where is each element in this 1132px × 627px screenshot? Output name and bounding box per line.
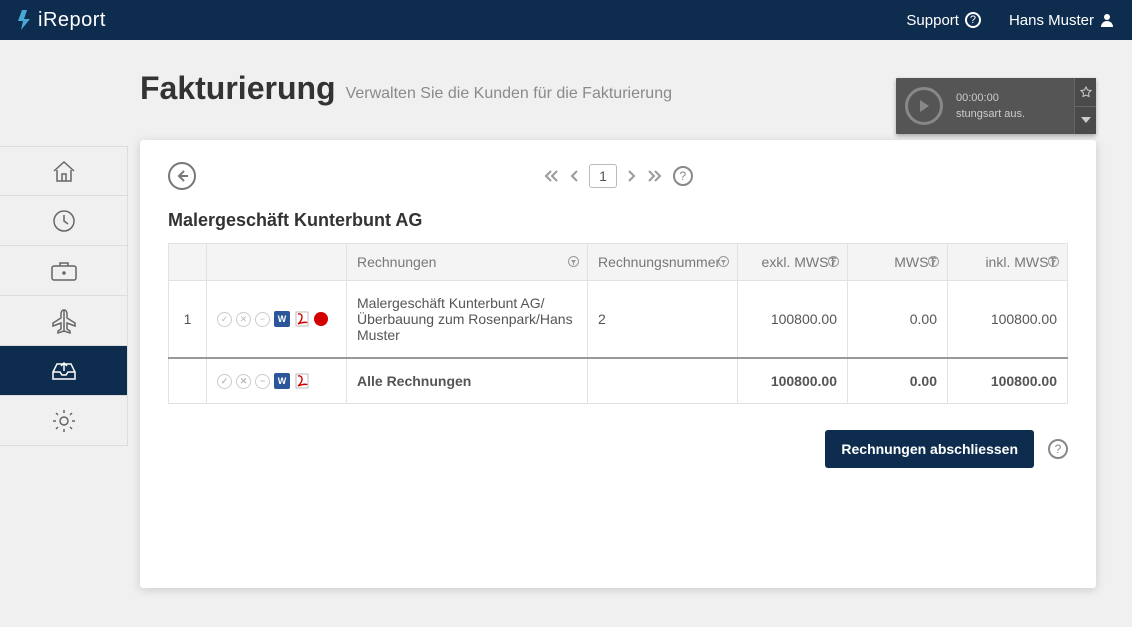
col-nummer-label: Rechnungsnummer bbox=[598, 254, 720, 270]
approve-icon[interactable]: ✓ bbox=[217, 312, 232, 327]
col-nummer[interactable]: Rechnungsnummer bbox=[588, 244, 738, 281]
pdf-icon[interactable] bbox=[294, 311, 310, 327]
airplane-icon bbox=[50, 307, 78, 335]
home-icon bbox=[51, 158, 77, 184]
timer-collapse-button[interactable] bbox=[1074, 106, 1096, 135]
pager-prev[interactable] bbox=[569, 169, 579, 183]
timer-play-button[interactable] bbox=[896, 78, 952, 134]
pdf-icon[interactable] bbox=[294, 373, 310, 389]
timer-time: 00:00:00 bbox=[956, 92, 1074, 104]
sidebar-item-invoicing[interactable] bbox=[0, 346, 127, 396]
back-button[interactable] bbox=[168, 162, 196, 190]
page-subtitle: Verwalten Sie die Kunden für die Fakturi… bbox=[346, 85, 672, 107]
sidebar-item-absence[interactable] bbox=[0, 296, 127, 346]
pager-page[interactable]: 1 bbox=[589, 164, 617, 188]
logo-icon bbox=[18, 10, 32, 30]
user-menu[interactable]: Hans Muster bbox=[1009, 12, 1114, 29]
footer-actions: Rechnungen abschliessen ? bbox=[168, 430, 1068, 468]
word-icon[interactable]: W bbox=[274, 311, 290, 327]
timer-star-button[interactable] bbox=[1074, 78, 1096, 106]
pager-first[interactable] bbox=[543, 169, 559, 183]
row-actions: ✓ ✕ − W bbox=[217, 311, 336, 327]
sidebar-item-time[interactable] bbox=[0, 196, 127, 246]
support-link[interactable]: Support ? bbox=[906, 12, 981, 29]
help-icon: ? bbox=[965, 12, 981, 28]
pager-last[interactable] bbox=[647, 169, 663, 183]
total-exkl: 100800.00 bbox=[738, 358, 848, 404]
reject-icon[interactable]: ✕ bbox=[236, 312, 251, 327]
row-index: 1 bbox=[169, 281, 207, 359]
invoice-table: Rechnungen Rechnungsnummer exkl. MWST MW… bbox=[168, 243, 1068, 404]
row-mwst: 0.00 bbox=[848, 281, 948, 359]
col-rechnungen[interactable]: Rechnungen bbox=[347, 244, 588, 281]
row-nummer: 2 bbox=[588, 281, 738, 359]
word-icon[interactable]: W bbox=[274, 373, 290, 389]
approve-icon[interactable]: ✓ bbox=[217, 374, 232, 389]
filter-icon[interactable] bbox=[718, 254, 729, 270]
sidebar bbox=[0, 146, 128, 446]
pager-help[interactable]: ? bbox=[673, 166, 693, 186]
table-total-row: ✓ ✕ − W Alle Rechnungen 100800.00 0.00 1… bbox=[169, 358, 1068, 404]
col-actions bbox=[207, 244, 347, 281]
chevron-down-icon bbox=[1081, 117, 1091, 123]
col-exkl-label: exkl. MWST bbox=[762, 254, 837, 270]
company-name: Malergeschäft Kunterbunt AG bbox=[168, 210, 1068, 231]
sidebar-item-expenses[interactable] bbox=[0, 246, 127, 296]
minus-icon[interactable]: − bbox=[255, 374, 270, 389]
gear-icon bbox=[51, 408, 77, 434]
support-label: Support bbox=[906, 12, 959, 29]
main-panel: 1 ? Malergeschäft Kunterbunt AG Rechnung… bbox=[140, 140, 1096, 588]
filter-icon[interactable] bbox=[928, 254, 939, 270]
row-desc: Malergeschäft Kunterbunt AG/Überbauung z… bbox=[347, 281, 588, 359]
total-label: Alle Rechnungen bbox=[347, 358, 588, 404]
topbar: iReport Support ? Hans Muster bbox=[0, 0, 1132, 40]
sidebar-item-home[interactable] bbox=[0, 146, 127, 196]
briefcase-icon bbox=[50, 260, 78, 282]
filter-icon[interactable] bbox=[828, 254, 839, 270]
outbox-icon bbox=[50, 360, 78, 382]
status-dot bbox=[314, 312, 328, 326]
pager-next[interactable] bbox=[627, 169, 637, 183]
pager-row: 1 ? bbox=[168, 162, 1068, 190]
star-icon bbox=[1080, 86, 1092, 98]
total-actions: ✓ ✕ − W bbox=[217, 373, 336, 389]
row-exkl: 100800.00 bbox=[738, 281, 848, 359]
user-name: Hans Muster bbox=[1009, 12, 1094, 29]
clock-icon bbox=[51, 208, 77, 234]
table-row: 1 ✓ ✕ − W Malergeschäft Kunterbunt AG/Üb… bbox=[169, 281, 1068, 359]
row-inkl: 100800.00 bbox=[948, 281, 1068, 359]
brand-text: iReport bbox=[38, 9, 106, 32]
minus-icon[interactable]: − bbox=[255, 312, 270, 327]
footer-help[interactable]: ? bbox=[1048, 439, 1068, 459]
close-invoices-button[interactable]: Rechnungen abschliessen bbox=[825, 430, 1034, 468]
page-title: Fakturierung bbox=[140, 70, 336, 107]
logo: iReport bbox=[18, 9, 106, 32]
col-inkl-label: inkl. MWST bbox=[985, 254, 1057, 270]
col-exkl[interactable]: exkl. MWST bbox=[738, 244, 848, 281]
col-mwst[interactable]: MWST bbox=[848, 244, 948, 281]
user-icon bbox=[1100, 13, 1114, 27]
filter-icon[interactable] bbox=[1048, 254, 1059, 270]
total-inkl: 100800.00 bbox=[948, 358, 1068, 404]
filter-icon[interactable] bbox=[568, 254, 579, 270]
col-index bbox=[169, 244, 207, 281]
reject-icon[interactable]: ✕ bbox=[236, 374, 251, 389]
total-mwst: 0.00 bbox=[848, 358, 948, 404]
col-rechnungen-label: Rechnungen bbox=[357, 254, 436, 270]
timer-subtitle: stungsart aus. bbox=[956, 108, 1074, 120]
sidebar-item-settings[interactable] bbox=[0, 396, 127, 446]
arrow-left-icon bbox=[175, 169, 189, 183]
timer-widget: 00:00:00 stungsart aus. bbox=[896, 78, 1096, 134]
col-inkl[interactable]: inkl. MWST bbox=[948, 244, 1068, 281]
